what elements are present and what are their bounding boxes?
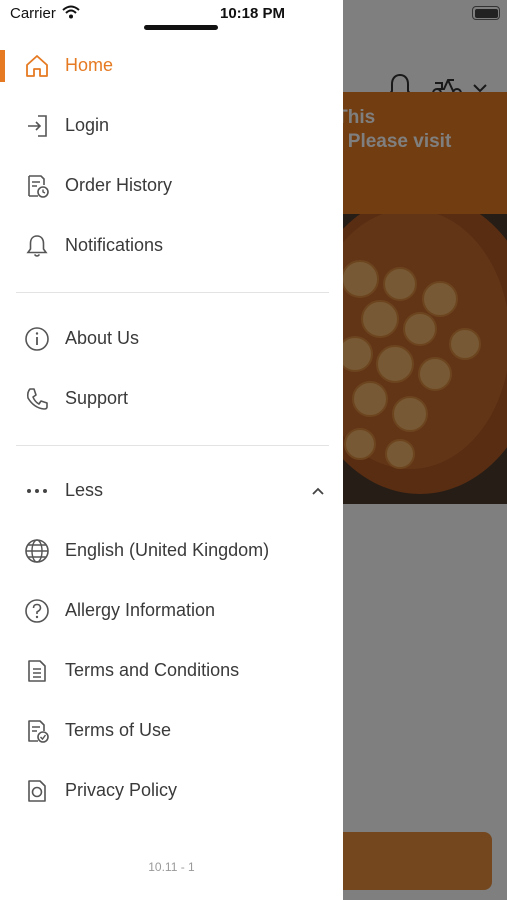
chevron-up-icon <box>312 487 324 495</box>
menu-label: About Us <box>65 328 140 348</box>
more-dots-icon <box>27 489 47 493</box>
app-version: 10.11 - 1 <box>148 860 195 874</box>
side-drawer: Home Login Order History Notifications A… <box>0 0 343 900</box>
menu-label: Login <box>65 115 110 135</box>
notch-indicator <box>144 25 218 30</box>
menu-label: Privacy Policy <box>65 780 178 800</box>
home-icon <box>26 55 48 77</box>
menu-label: Order History <box>65 175 173 195</box>
menu-item-notifications[interactable]: Notifications <box>0 216 343 276</box>
menu-item-login[interactable]: Login <box>0 96 343 156</box>
order-history-icon <box>28 175 49 198</box>
document-icon <box>28 660 46 682</box>
battery-icon <box>472 6 500 20</box>
menu-item-home[interactable]: Home <box>0 36 343 96</box>
menu-label: Terms of Use <box>65 720 172 740</box>
clock: 10:18 PM <box>220 5 286 22</box>
menu-label: English (United Kingdom) <box>65 540 270 560</box>
privacy-icon <box>28 780 46 802</box>
globe-icon <box>25 539 49 563</box>
menu-item-about-us[interactable]: About Us <box>0 309 343 369</box>
menu-item-support[interactable]: Support <box>0 369 343 429</box>
menu-item-privacy-policy[interactable]: Privacy Policy <box>0 761 343 821</box>
menu-label: Terms and Conditions <box>65 660 240 680</box>
menu-item-terms-and-conditions[interactable]: Terms and Conditions <box>0 641 343 701</box>
menu-label: Support <box>65 388 129 408</box>
info-icon <box>25 327 49 351</box>
menu-item-less[interactable]: Less <box>0 461 343 521</box>
menu-label: Notifications <box>65 235 164 255</box>
menu-divider <box>16 292 329 293</box>
carrier-label: Carrier <box>10 5 56 22</box>
wifi-icon <box>62 5 80 19</box>
menu-item-order-history[interactable]: Order History <box>0 156 343 216</box>
question-icon <box>25 599 49 623</box>
login-icon <box>28 115 47 137</box>
phone-icon <box>26 388 48 410</box>
bell-icon <box>26 235 48 257</box>
menu-item-language[interactable]: English (United Kingdom) <box>0 521 343 581</box>
status-bar: Carrier 10:18 PM <box>0 0 507 30</box>
menu-item-allergy-information[interactable]: Allergy Information <box>0 581 343 641</box>
menu-label: Less <box>65 480 104 500</box>
menu-label: Home <box>65 55 114 75</box>
document-check-icon <box>28 720 49 743</box>
menu-item-terms-of-use[interactable]: Terms of Use <box>0 701 343 761</box>
menu-divider <box>16 445 329 446</box>
menu-label: Allergy Information <box>65 600 216 620</box>
